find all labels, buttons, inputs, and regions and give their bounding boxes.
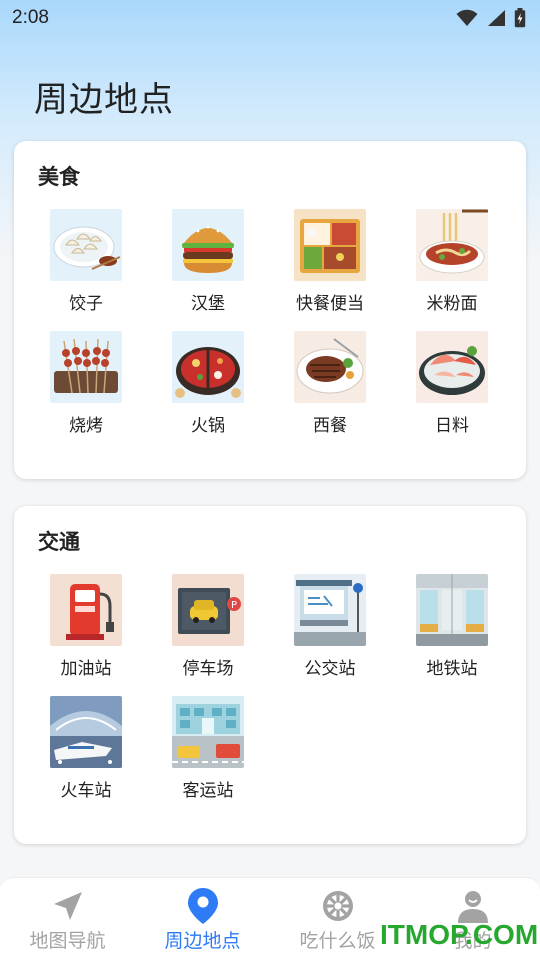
place-label: 汉堡 bbox=[191, 294, 225, 314]
signal-icon bbox=[488, 10, 505, 26]
svg-text:P: P bbox=[231, 600, 237, 611]
tab-label: 吃什么饭 bbox=[299, 930, 376, 952]
place-label: 客运站 bbox=[182, 781, 234, 801]
place-tile-train-station[interactable]: 火车站 bbox=[25, 696, 147, 806]
place-tile-steak[interactable]: 西餐 bbox=[269, 331, 391, 441]
place-tile-coach-station[interactable]: 客运站 bbox=[147, 696, 269, 806]
place-tile-sashimi[interactable]: 日料 bbox=[391, 331, 513, 441]
place-tile-burger[interactable]: 汉堡 bbox=[147, 209, 269, 319]
tab-label: 地图导航 bbox=[29, 930, 106, 952]
place-label: 快餐便当 bbox=[296, 294, 364, 314]
noodles-icon bbox=[416, 209, 488, 281]
place-label: 西餐 bbox=[313, 416, 347, 436]
status-bar: 2:08 bbox=[0, 0, 540, 36]
place-label: 饺子 bbox=[69, 294, 103, 314]
bento-icon bbox=[294, 209, 366, 281]
bus-stop-icon bbox=[294, 574, 366, 646]
status-icons bbox=[456, 8, 526, 28]
battery-icon bbox=[514, 8, 526, 28]
place-tile-barbecue[interactable]: 烧烤 bbox=[25, 331, 147, 441]
hotpot-icon bbox=[172, 331, 244, 403]
place-tile-noodles[interactable]: 米粉面 bbox=[391, 209, 513, 319]
place-label: 日料 bbox=[435, 416, 469, 436]
coach-station-icon bbox=[172, 696, 244, 768]
place-label: 停车场 bbox=[182, 659, 234, 679]
page-title: 周边地点 bbox=[34, 80, 174, 120]
place-tile-bus-stop[interactable]: 公交站 bbox=[269, 574, 391, 684]
wheel-icon bbox=[320, 888, 356, 924]
place-tile-dumplings[interactable]: 饺子 bbox=[25, 209, 147, 319]
place-label: 公交站 bbox=[304, 659, 356, 679]
food-card: 美食 饺子 汉堡 快餐便当 米粉面 烧烤 火锅 西餐 日料 bbox=[14, 141, 526, 479]
place-label: 加油站 bbox=[60, 659, 112, 679]
place-label: 烧烤 bbox=[69, 416, 103, 436]
wifi-icon bbox=[456, 9, 478, 26]
place-label: 火车站 bbox=[60, 781, 112, 801]
transit-card-title: 交通 bbox=[38, 530, 80, 554]
gas-station-icon bbox=[50, 574, 122, 646]
tab-nearby-places[interactable]: 周边地点 bbox=[135, 878, 270, 960]
navigation-arrow-icon bbox=[50, 888, 86, 924]
watermark-logo: ITMOP.COM bbox=[380, 919, 539, 950]
steak-icon bbox=[294, 331, 366, 403]
parking-icon: P bbox=[172, 574, 244, 646]
place-tile-gas-station[interactable]: 加油站 bbox=[25, 574, 147, 684]
sashimi-icon bbox=[416, 331, 488, 403]
train-station-icon bbox=[50, 696, 122, 768]
tab-label: 周边地点 bbox=[164, 930, 241, 952]
place-label: 地铁站 bbox=[426, 659, 478, 679]
food-card-title: 美食 bbox=[38, 165, 80, 189]
subway-icon bbox=[416, 574, 488, 646]
place-tile-bento[interactable]: 快餐便当 bbox=[269, 209, 391, 319]
place-tile-hotpot[interactable]: 火锅 bbox=[147, 331, 269, 441]
dumplings-icon bbox=[50, 209, 122, 281]
barbecue-icon bbox=[50, 331, 122, 403]
place-tile-subway[interactable]: 地铁站 bbox=[391, 574, 513, 684]
place-label: 米粉面 bbox=[426, 294, 478, 314]
tab-map-navigation[interactable]: 地图导航 bbox=[0, 878, 135, 960]
place-label: 火锅 bbox=[191, 416, 225, 436]
transit-card: 交通 加油站 P 停车场 公交站 地铁站 火车站 客运站 bbox=[14, 506, 526, 844]
place-tile-parking[interactable]: P 停车场 bbox=[147, 574, 269, 684]
location-pin-icon bbox=[185, 888, 221, 924]
status-time: 2:08 bbox=[12, 7, 49, 28]
burger-icon bbox=[172, 209, 244, 281]
